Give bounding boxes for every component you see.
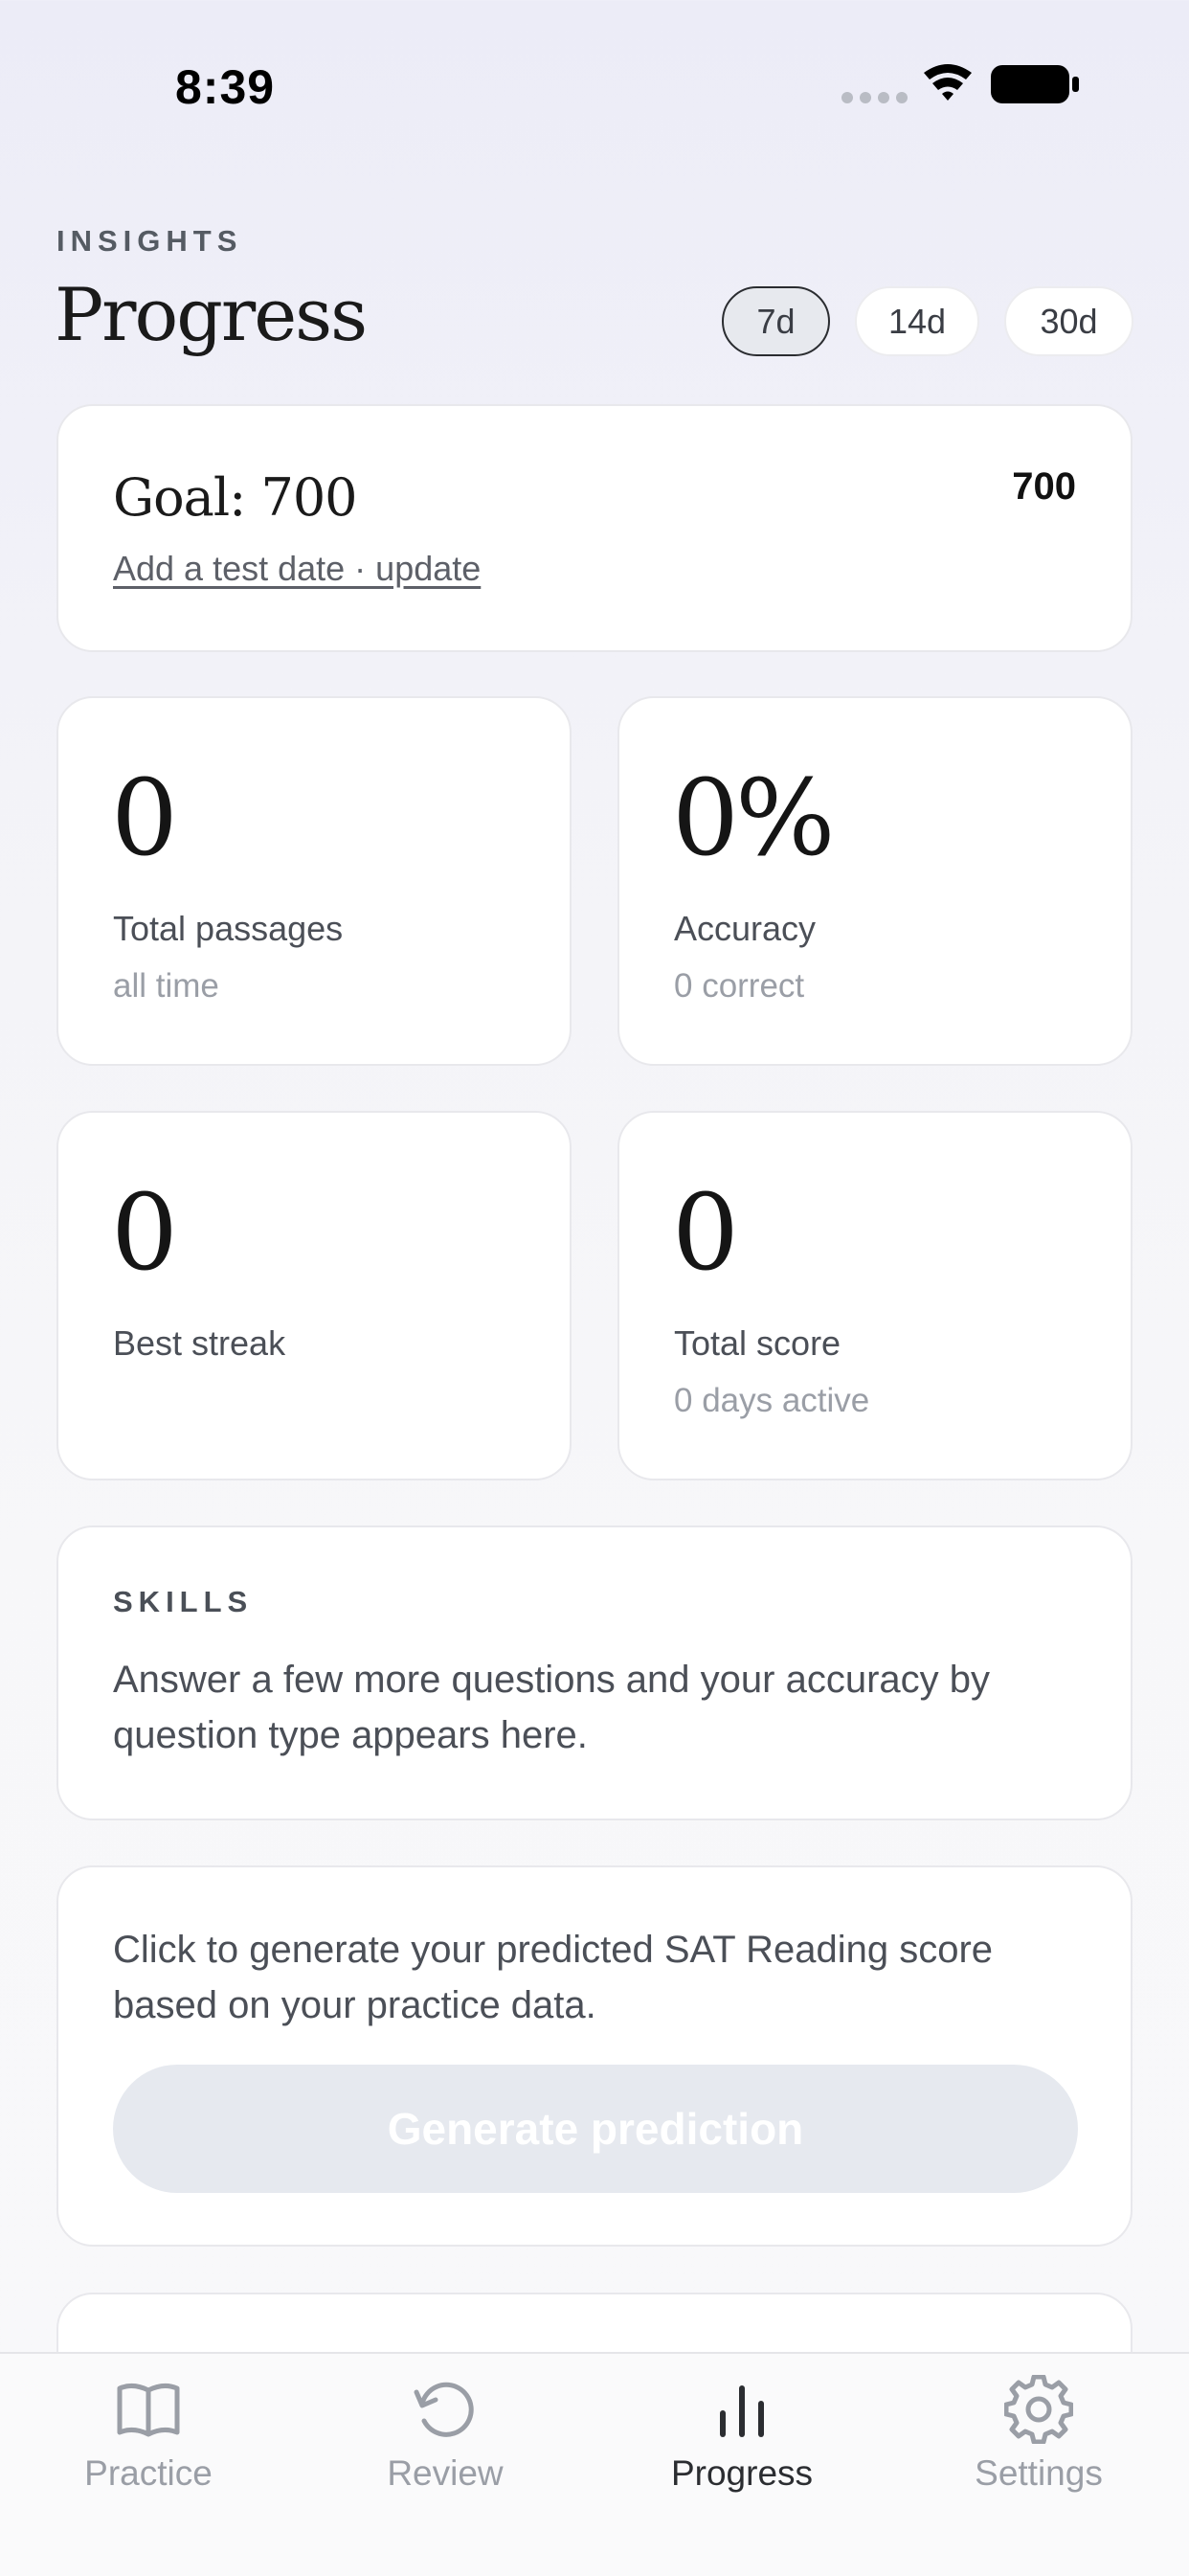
- range-selector: 7d 14d 30d: [722, 286, 1133, 360]
- prediction-card: Click to generate your predicted SAT Rea…: [56, 1865, 1133, 2247]
- stat-label: Total score: [674, 1323, 841, 1363]
- stat-card-total-score: 0 Total score 0 days active: [617, 1111, 1133, 1480]
- status-icons: [838, 59, 1082, 109]
- skills-card: SKILLS Answer a few more questions and y…: [56, 1525, 1133, 1820]
- skills-empty-text: Answer a few more questions and your acc…: [113, 1659, 990, 1756]
- history-icon: [414, 2382, 474, 2437]
- status-time: 8:39: [175, 60, 276, 114]
- stat-sub: all time: [113, 967, 219, 1005]
- stat-value: 0%: [672, 757, 836, 879]
- stat-card-total-passages: 0 Total passages all time: [56, 696, 572, 1066]
- stat-sub: 0 correct: [674, 967, 805, 1005]
- tab-review[interactable]: Review: [297, 2354, 594, 2576]
- book-icon: [117, 2383, 180, 2437]
- stat-label: Accuracy: [674, 909, 817, 948]
- wifi-icon: [924, 64, 972, 101]
- range-tab-30d[interactable]: 30d: [1004, 286, 1133, 356]
- bar-chart-icon: [720, 2385, 764, 2437]
- stat-value: 0: [111, 757, 178, 879]
- stat-card-accuracy: 0% Accuracy 0 correct: [617, 696, 1133, 1066]
- tab-settings[interactable]: Settings: [890, 2354, 1187, 2576]
- tab-label: Practice: [84, 2453, 213, 2493]
- range-tab-7d[interactable]: 7d: [722, 286, 830, 356]
- stat-card-best-streak: 0 Best streak: [56, 1111, 572, 1480]
- goal-card: Goal: 700 Add a test date · update 700: [56, 404, 1133, 652]
- add-test-date-link[interactable]: Add a test date · update: [113, 549, 481, 589]
- prediction-text: Click to generate your predicted SAT Rea…: [113, 1929, 994, 2026]
- tab-bar: Practice Review Progress Settings: [0, 2352, 1189, 2576]
- signal-icon: [841, 92, 908, 103]
- page-eyebrow: INSIGHTS: [56, 224, 243, 258]
- generate-prediction-button[interactable]: Generate prediction: [113, 2065, 1078, 2193]
- tab-practice[interactable]: Practice: [0, 2354, 297, 2576]
- stat-value: 0: [111, 1171, 178, 1294]
- tab-label: Settings: [975, 2453, 1103, 2493]
- goal-title: Goal: 700: [113, 467, 358, 528]
- stat-label: Total passages: [113, 909, 344, 948]
- stat-label: Best streak: [113, 1323, 286, 1363]
- goal-value: 700: [1012, 465, 1076, 508]
- skills-eyebrow: SKILLS: [113, 1585, 254, 1618]
- range-tab-14d[interactable]: 14d: [855, 286, 979, 356]
- gear-icon: [1004, 2375, 1073, 2444]
- page-title: Progress: [55, 272, 368, 357]
- stat-sub: 0 days active: [674, 1382, 870, 1419]
- stat-value: 0: [672, 1171, 739, 1294]
- battery-icon: [991, 65, 1079, 103]
- tab-progress[interactable]: Progress: [594, 2354, 890, 2576]
- tab-label: Progress: [670, 2453, 814, 2493]
- tab-label: Review: [387, 2453, 504, 2493]
